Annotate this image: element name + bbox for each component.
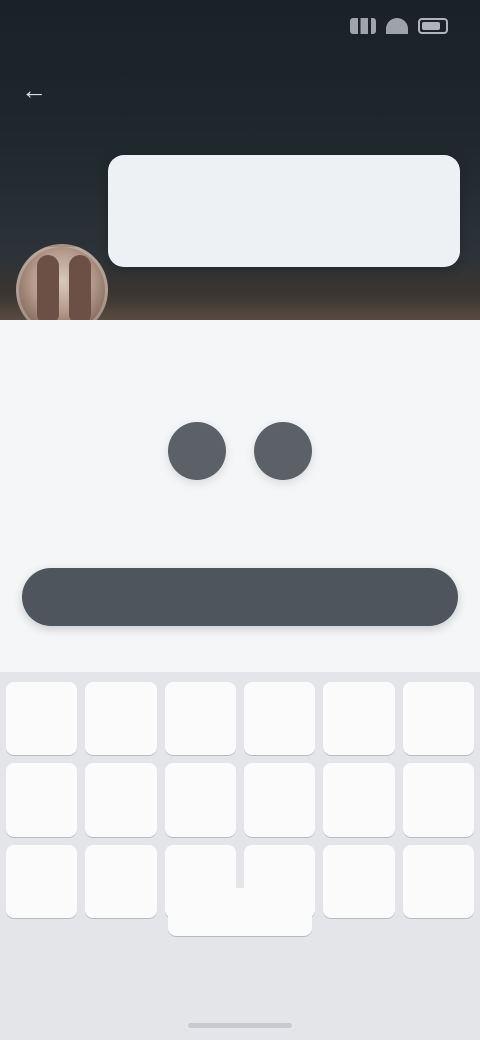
keyboard-key[interactable] [244, 682, 316, 756]
exercise-panel [0, 320, 480, 690]
keyboard-key[interactable] [323, 763, 395, 837]
status-icons [350, 18, 448, 34]
status-bar [0, 0, 480, 56]
answer-slots [0, 422, 480, 480]
keyboard-key[interactable] [402, 682, 474, 756]
keyboard-bottom-row [0, 882, 480, 946]
answer-slot[interactable] [254, 422, 312, 480]
keyboard-right-key[interactable] [384, 904, 420, 932]
signal-icon [350, 18, 376, 34]
keyboard-key[interactable] [6, 763, 78, 837]
check-button[interactable] [22, 568, 458, 626]
keyboard-key[interactable] [323, 682, 395, 756]
keyboard-key[interactable] [164, 763, 236, 837]
avatar [16, 244, 108, 320]
keyboard-key[interactable] [402, 763, 474, 837]
keyboard-space-key[interactable] [168, 888, 312, 936]
keyboard-key[interactable] [6, 682, 78, 756]
home-indicator [188, 1023, 292, 1028]
back-arrow-icon: ← [21, 74, 47, 105]
keyboard-key[interactable] [244, 763, 316, 837]
answer-slot[interactable] [168, 422, 226, 480]
keyboard-key[interactable] [85, 682, 157, 756]
prompt-bubble [108, 155, 460, 267]
on-screen-keyboard [0, 672, 480, 1040]
battery-icon [418, 18, 448, 34]
keyboard-key[interactable] [85, 763, 157, 837]
back-button[interactable]: ← [18, 74, 50, 106]
top-bar: ← [0, 64, 480, 116]
wifi-icon [386, 18, 408, 34]
keyboard-key[interactable] [164, 682, 236, 756]
hero-header: ← [0, 0, 480, 320]
keyboard-left-key[interactable] [54, 908, 116, 928]
